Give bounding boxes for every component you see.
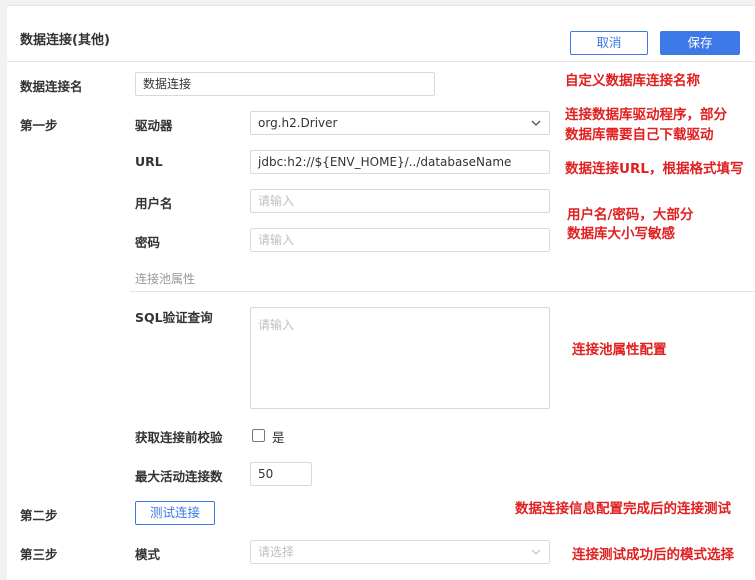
step3-label: 第三步	[20, 547, 58, 562]
max-active-input[interactable]: 50	[250, 462, 312, 486]
cancel-button[interactable]: 取消	[570, 31, 648, 55]
max-active-label: 最大活动连接数	[135, 469, 223, 484]
url-label: URL	[135, 154, 163, 169]
mode-select[interactable]: 请选择	[250, 540, 550, 564]
driver-label: 驱动器	[135, 118, 173, 133]
annotation-pool: 连接池属性配置	[572, 342, 667, 358]
mode-select-placeholder: 请选择	[258, 545, 295, 559]
annotation-user-line1: 用户名/密码，大部分	[567, 207, 694, 223]
username-input[interactable]: 请输入	[250, 189, 550, 213]
validate-checkbox[interactable]	[252, 429, 265, 442]
pool-section-label: 连接池属性	[135, 272, 196, 286]
chevron-down-icon	[531, 549, 541, 555]
data-connection-panel: 数据连接(其他) 取消 保存 数据连接名 数据连接 自定义数据库连接名称 第一步…	[7, 5, 755, 580]
connection-name-label: 数据连接名	[20, 79, 83, 94]
password-label: 密码	[135, 235, 161, 250]
test-connection-button[interactable]: 测试连接	[135, 501, 215, 525]
connection-name-input[interactable]: 数据连接	[135, 72, 435, 96]
annotation-test: 数据连接信息配置完成后的连接测试	[515, 501, 731, 517]
annotation-name: 自定义数据库连接名称	[565, 73, 700, 89]
validate-before-connect-label: 获取连接前校验	[135, 430, 223, 445]
username-label: 用户名	[135, 196, 173, 211]
mode-label: 模式	[135, 547, 161, 562]
step1-label: 第一步	[20, 118, 58, 133]
annotation-mode: 连接测试成功后的模式选择	[572, 547, 734, 563]
sql-validation-label: SQL验证查询	[135, 310, 213, 325]
page-title: 数据连接(其他)	[20, 33, 110, 48]
header-divider	[7, 61, 755, 62]
url-input[interactable]: jdbc:h2://${ENV_HOME}/../databaseName	[250, 150, 550, 174]
driver-select-value: org.h2.Driver	[258, 116, 338, 130]
driver-select[interactable]: org.h2.Driver	[250, 111, 550, 135]
chevron-down-icon	[531, 120, 541, 126]
validate-option-label[interactable]: 是	[272, 427, 285, 446]
annotation-driver-line2: 数据库需要自己下载驱动	[565, 127, 714, 143]
save-button[interactable]: 保存	[660, 31, 740, 55]
sql-validation-textarea[interactable]: 请输入	[250, 307, 550, 409]
step2-label: 第二步	[20, 508, 58, 523]
pool-divider	[130, 291, 755, 292]
annotation-driver-line1: 连接数据库驱动程序，部分	[565, 107, 727, 123]
password-input[interactable]: 请输入	[250, 228, 550, 252]
annotation-url: 数据连接URL，根据格式填写	[565, 161, 744, 177]
annotation-user-line2: 数据库大小写敏感	[567, 226, 675, 242]
